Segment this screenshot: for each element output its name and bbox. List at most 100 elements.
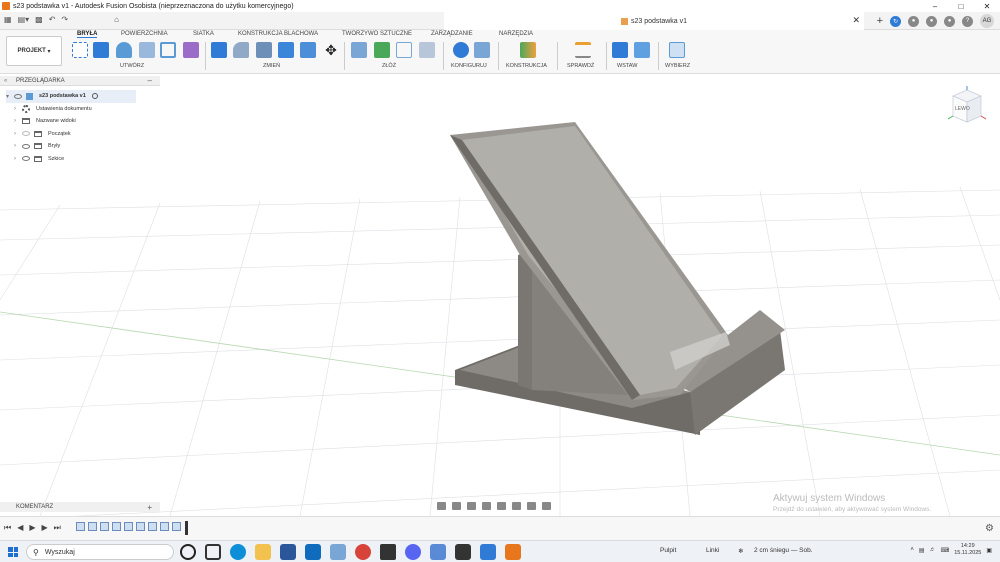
refresh-icon[interactable]: ● [908,15,919,27]
microsoft-store-icon[interactable] [280,544,296,560]
save-icon[interactable]: ▩ [35,15,43,24]
fillet-icon[interactable] [233,42,249,58]
chevron-down-icon[interactable]: ▾ [6,93,14,100]
eye-icon[interactable] [14,93,22,99]
offset-plane-icon[interactable] [520,42,536,58]
comments-panel[interactable]: KOMENTARZ + [0,502,160,512]
group-wybierz[interactable]: WYBIERZ [665,63,690,69]
chamfer-icon[interactable] [256,42,272,58]
step-forward-icon[interactable]: ▶ [42,523,48,533]
add-comment-icon[interactable]: + [147,503,152,512]
group-zloz[interactable]: ZŁÓŻ [382,63,396,69]
configure-table-icon[interactable] [474,42,490,58]
clock[interactable]: 14:29 15.11.2025 [954,543,981,557]
user-avatar[interactable]: AG [980,14,994,28]
as-built-joint-icon[interactable] [396,42,412,58]
tab-zarzadzanie[interactable]: ZARZĄDZANIE [431,31,473,37]
go-to-start-icon[interactable]: ⏮ [4,523,11,533]
document-tab[interactable]: s23 podstawka v1 ✕ [444,12,864,30]
close-tab-icon[interactable]: ✕ [852,15,860,26]
tray-network-icon[interactable]: ▤ [919,547,925,554]
notification-center-icon[interactable]: ▣ [986,547,992,554]
shell-icon[interactable] [278,42,294,58]
timeline-extrude-icon[interactable] [112,522,121,531]
fit-icon[interactable] [497,502,506,510]
security-icon[interactable] [380,544,396,560]
todo-icon[interactable] [480,544,496,560]
grid-settings-icon[interactable] [527,502,536,510]
maximize-button[interactable]: □ [948,0,974,12]
group-konfiguruj[interactable]: KONFIGURUJ [451,63,487,69]
timeline-extrude-icon[interactable] [88,522,97,531]
tree-root[interactable]: ▾ s23 podstawka v1 [6,90,136,103]
display-settings-icon[interactable] [512,502,521,510]
timeline-fillet-icon[interactable] [124,522,133,531]
tab-powierzchnia[interactable]: POWIERZCHNIA [121,31,168,37]
group-konstrukcja[interactable]: KONSTRUKCJA [506,63,547,69]
move-icon[interactable]: ✥ [323,42,339,58]
tree-item-bodies[interactable]: › Bryły [6,140,136,153]
go-to-end-icon[interactable]: ⏭ [54,523,61,533]
insert-derive-icon[interactable] [612,42,628,58]
group-wstaw[interactable]: WSTAW [617,63,637,69]
windows-start-icon[interactable] [8,547,18,557]
tab-narzedzia[interactable]: NARZĘDZIA [499,31,533,37]
zoom-icon[interactable] [482,502,491,510]
tab-bryla[interactable]: BRYŁA [77,31,98,38]
tab-konstrukcja-blachowa[interactable]: KONSTRUKCJA BLACHOWA [238,31,318,37]
tree-item-named-views[interactable]: › Nazwane widoki [6,115,136,128]
parameters-icon[interactable] [453,42,469,58]
eye-icon[interactable] [22,143,30,149]
data-panel-icon[interactable]: ▦ [4,15,12,24]
create-form-icon[interactable] [183,42,199,58]
play-icon[interactable]: ▶ [29,523,35,533]
redo-icon[interactable]: ↷ [61,15,68,24]
minimize-button[interactable]: – [922,0,948,12]
tree-item-sketches[interactable]: › Szkice [6,153,136,166]
close-button[interactable]: ✕ [974,0,1000,12]
hole-icon[interactable] [139,42,155,58]
photos-icon[interactable] [330,544,346,560]
steam-icon[interactable] [455,544,471,560]
timeline-fillet-icon[interactable] [160,522,169,531]
insert-image-icon[interactable] [634,42,650,58]
rigid-group-icon[interactable] [419,42,435,58]
collapse-icon[interactable]: – [148,76,152,85]
joint-icon[interactable] [374,42,390,58]
outlook-icon[interactable] [305,544,321,560]
press-pull-icon[interactable] [211,42,227,58]
chevron-right-icon[interactable]: › [14,106,22,112]
discord-icon[interactable] [405,544,421,560]
teams-icon[interactable] [430,544,446,560]
eye-hidden-icon[interactable] [22,131,30,137]
timeline-fillet-icon[interactable] [136,522,145,531]
tray-keyboard-icon[interactable]: ⌨ [941,547,950,554]
browser-panel-header[interactable]: « PRZEGLĄDARKA – [0,76,160,86]
new-component-icon[interactable] [351,42,367,58]
project-button[interactable]: PROJEKT ▾ [6,36,62,66]
taskbar-search-box[interactable]: ⚲ Wyszukaj [26,544,174,560]
group-sprawdz[interactable]: SPRAWDŹ [567,63,594,69]
file-menu-icon[interactable]: ▤▾ [18,15,30,24]
timeline-sketch-icon[interactable] [76,522,85,531]
fusion-taskbar-icon[interactable] [505,544,521,560]
timeline-fillet-icon[interactable] [172,522,181,531]
combine-icon[interactable] [300,42,316,58]
timeline-settings-gear-icon[interactable]: ⚙ [985,523,994,534]
viewcube[interactable]: LEWO [945,82,989,126]
home-icon[interactable]: ⌂ [114,15,119,24]
orbit-icon[interactable] [437,502,446,510]
create-sketch-icon[interactable] [72,42,88,58]
tree-item-origin[interactable]: › Początek [6,128,136,141]
chrome-icon[interactable] [355,544,371,560]
timeline-sketch-icon[interactable] [100,522,109,531]
select-icon[interactable] [669,42,685,58]
job-status-icon[interactable]: ↻ [890,15,901,27]
file-explorer-icon[interactable] [255,544,271,560]
canvas-viewport[interactable] [0,74,1000,516]
activate-radio-icon[interactable] [91,93,98,100]
chevron-right-icon[interactable]: › [14,131,22,137]
chevron-right-icon[interactable]: › [14,156,22,162]
undo-icon[interactable]: ↶ [49,15,56,24]
help-icon[interactable]: ? [962,15,973,27]
